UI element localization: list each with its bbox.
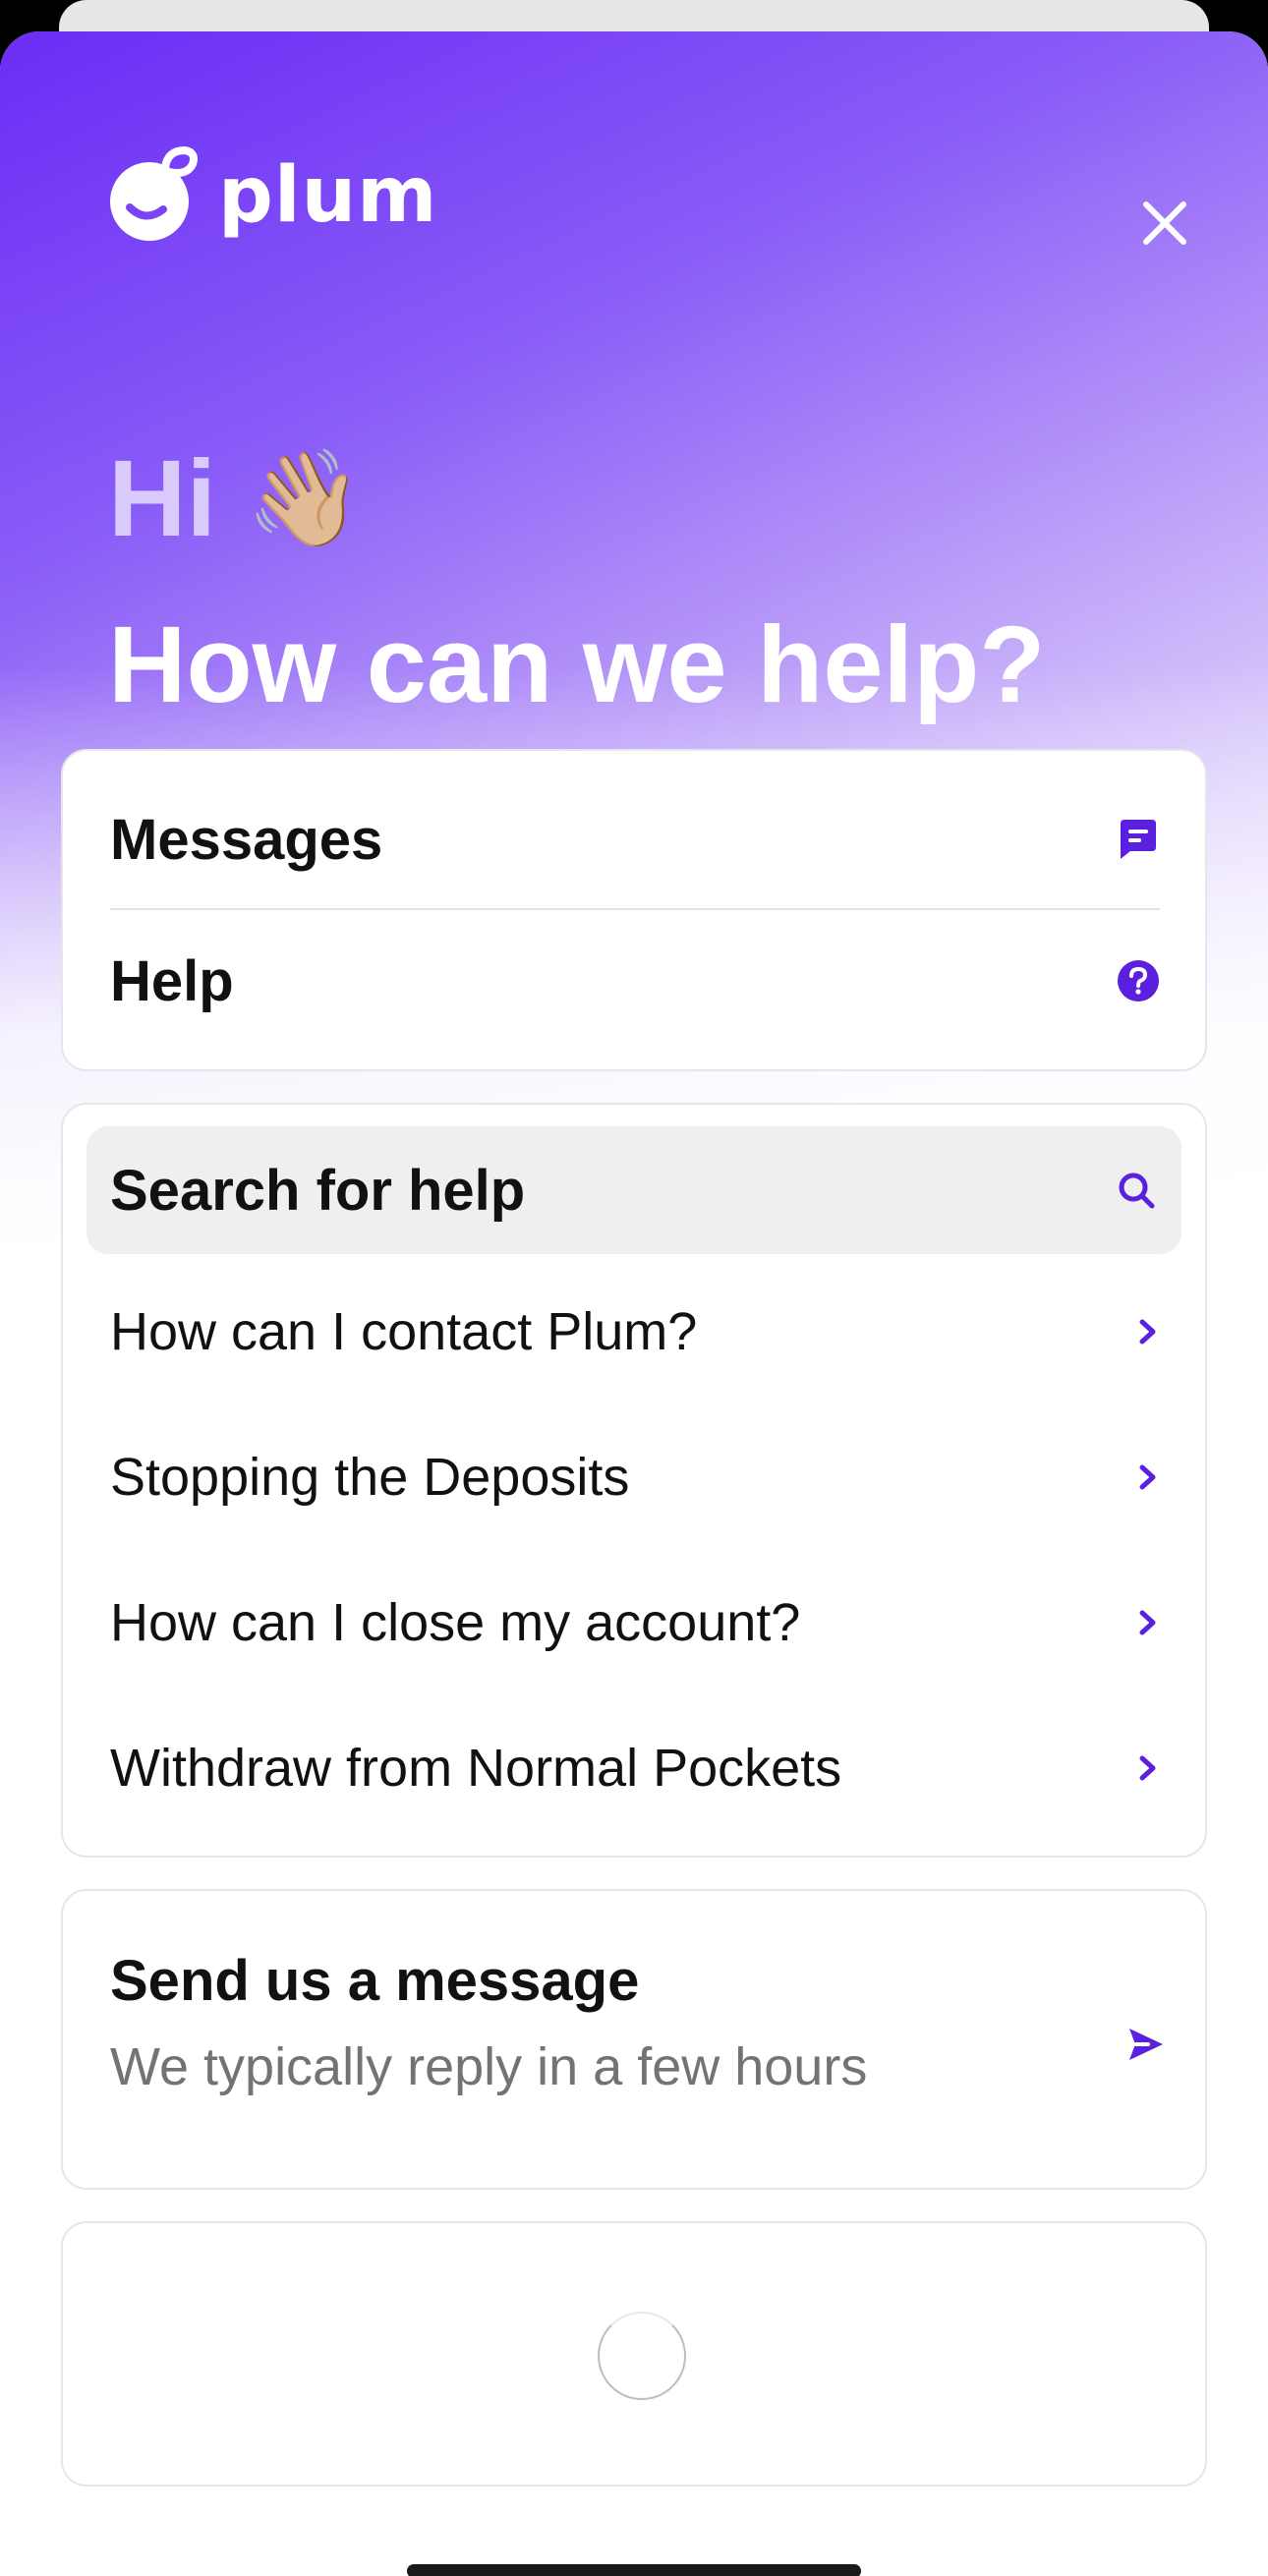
- help-row[interactable]: Help: [110, 912, 1160, 1050]
- article-row[interactable]: Stopping the Deposits: [110, 1413, 1160, 1541]
- brand-logo: plum: [108, 142, 437, 250]
- article-title: How can I close my account?: [110, 1593, 801, 1652]
- article-title: Withdraw from Normal Pockets: [110, 1739, 842, 1798]
- home-indicator[interactable]: [407, 2564, 861, 2576]
- help-label: Help: [110, 948, 234, 1013]
- chevron-right-icon: [1136, 1317, 1160, 1346]
- chevron-right-icon: [1136, 1608, 1160, 1637]
- close-icon: [1143, 201, 1186, 245]
- send-message-title: Send us a message: [110, 1949, 640, 2013]
- article-title: How can I contact Plum?: [110, 1302, 698, 1361]
- messages-label: Messages: [110, 807, 383, 872]
- search-icon: [1117, 1171, 1156, 1210]
- brand-name: plum: [218, 151, 438, 240]
- send-icon: [1129, 2029, 1163, 2060]
- plum-logo-icon: [110, 146, 198, 241]
- send-message-card[interactable]: Send us a message We typically reply in …: [61, 1889, 1207, 2190]
- wave-emoji: 👋🏼: [246, 443, 364, 553]
- nav-divider: [110, 908, 1160, 910]
- chat-bubble-icon: [1117, 818, 1160, 861]
- article-title: Stopping the Deposits: [110, 1448, 630, 1507]
- loading-card: [61, 2221, 1207, 2487]
- reply-time-text: We typically reply in a few hours: [110, 2037, 868, 2096]
- greeting-hi: Hi: [108, 437, 216, 559]
- greeting: Hi 👋🏼: [108, 434, 364, 562]
- article-row[interactable]: How can I close my account?: [110, 1559, 1160, 1687]
- close-button[interactable]: [1130, 189, 1199, 258]
- chevron-right-icon: [1136, 1753, 1160, 1783]
- help-card: Search for help How can I contact Plum? …: [61, 1103, 1207, 1858]
- article-row[interactable]: How can I contact Plum?: [110, 1268, 1160, 1396]
- messenger-sheet: plum Hi 👋🏼 How can we help? Messages Hel…: [0, 31, 1268, 2576]
- page-title: How can we help?: [108, 604, 1046, 725]
- nav-card: Messages Help: [61, 749, 1207, 1071]
- article-row[interactable]: Withdraw from Normal Pockets: [110, 1704, 1160, 1832]
- question-circle-icon: [1117, 959, 1160, 1002]
- messages-row[interactable]: Messages: [110, 771, 1160, 908]
- search-for-help-button[interactable]: Search for help: [86, 1126, 1182, 1254]
- loading-spinner-icon: [598, 2312, 686, 2400]
- chevron-right-icon: [1136, 1462, 1160, 1492]
- search-label: Search for help: [110, 1158, 526, 1223]
